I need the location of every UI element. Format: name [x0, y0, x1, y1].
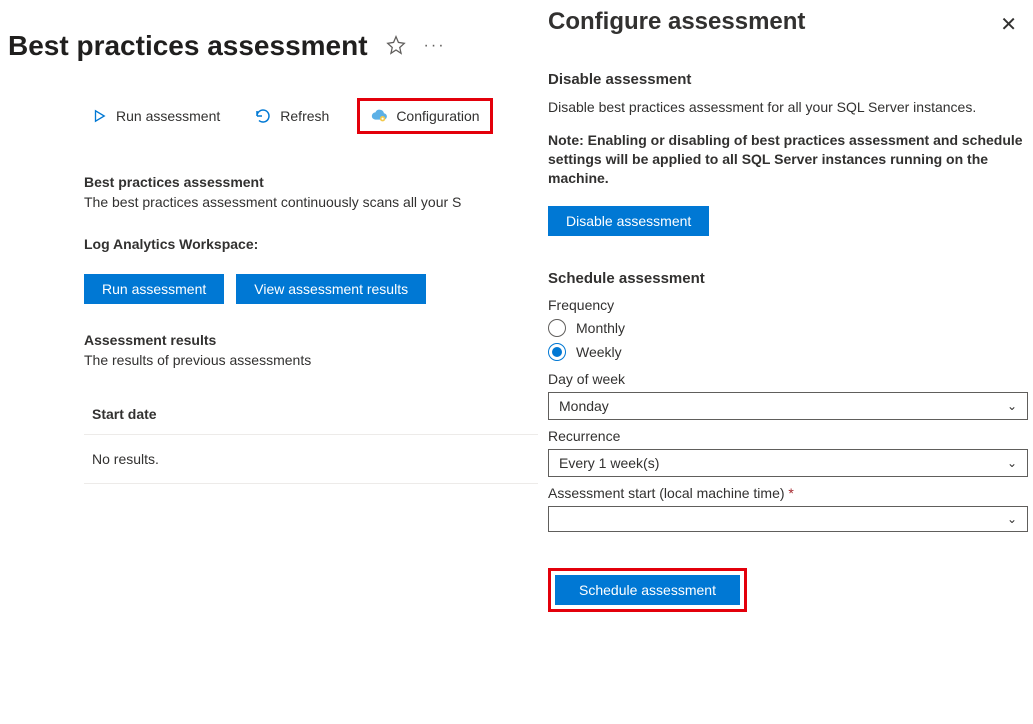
refresh-command[interactable]: Refresh	[248, 103, 335, 129]
radio-icon-selected	[548, 343, 566, 361]
cloud-gear-icon	[370, 107, 388, 125]
disable-text: Disable best practices assessment for al…	[548, 98, 1023, 117]
col-start-date: Start date	[84, 394, 540, 435]
schedule-assessment-button[interactable]: Schedule assessment	[555, 575, 740, 605]
frequency-monthly-radio[interactable]: Monthly	[548, 319, 1023, 337]
run-assessment-command[interactable]: Run assessment	[84, 103, 226, 129]
close-icon[interactable]: ✕	[1000, 12, 1017, 37]
panel-title: Configure assessment	[548, 8, 805, 36]
results-text: The results of previous assessments	[84, 352, 540, 368]
day-of-week-select[interactable]: Monday ⌄	[548, 392, 1028, 420]
refresh-icon	[254, 107, 272, 125]
schedule-button-highlight: Schedule assessment	[548, 568, 747, 612]
command-bar: Run assessment Refresh Configuration	[0, 98, 540, 134]
day-of-week-value: Monday	[559, 398, 609, 414]
results-heading: Assessment results	[84, 332, 540, 348]
day-of-week-label: Day of week	[548, 371, 1023, 387]
frequency-weekly-label: Weekly	[576, 344, 622, 360]
chevron-down-icon: ⌄	[1007, 399, 1017, 413]
start-time-label: Assessment start (local machine time) *	[548, 485, 1023, 501]
law-heading: Log Analytics Workspace:	[84, 236, 540, 252]
start-time-label-text: Assessment start (local machine time)	[548, 485, 785, 501]
play-icon	[90, 107, 108, 125]
frequency-monthly-label: Monthly	[576, 320, 625, 336]
refresh-label: Refresh	[280, 108, 329, 124]
page-header: Best practices assessment ···	[0, 0, 540, 70]
bpa-heading: Best practices assessment	[84, 174, 540, 190]
chevron-down-icon: ⌄	[1007, 512, 1017, 526]
page-title: Best practices assessment	[8, 30, 368, 62]
more-icon[interactable]: ···	[424, 37, 446, 55]
configure-panel: Configure assessment ✕ Disable assessmen…	[538, 0, 1033, 724]
main-content: Best practices assessment ··· Run assess…	[0, 0, 540, 484]
note-prefix: Note:	[548, 132, 588, 148]
start-time-select[interactable]: ⌄	[548, 506, 1028, 532]
disable-assessment-button[interactable]: Disable assessment	[548, 206, 709, 236]
disable-heading: Disable assessment	[548, 71, 1023, 88]
required-mark: *	[788, 485, 793, 501]
bpa-text: The best practices assessment continuous…	[84, 194, 540, 210]
view-results-button[interactable]: View assessment results	[236, 274, 426, 304]
recurrence-value: Every 1 week(s)	[559, 455, 659, 471]
frequency-weekly-radio[interactable]: Weekly	[548, 343, 1023, 361]
configuration-command[interactable]: Configuration	[357, 98, 492, 134]
results-table: Start date No results.	[84, 394, 540, 484]
panel-header: Configure assessment ✕	[548, 8, 1023, 37]
radio-icon	[548, 319, 566, 337]
recurrence-select[interactable]: Every 1 week(s) ⌄	[548, 449, 1028, 477]
chevron-down-icon: ⌄	[1007, 456, 1017, 470]
favorite-star-icon[interactable]	[386, 35, 406, 58]
content-body: Best practices assessment The best pract…	[0, 134, 540, 484]
action-buttons: Run assessment View assessment results	[84, 274, 540, 304]
run-assessment-button[interactable]: Run assessment	[84, 274, 224, 304]
schedule-heading: Schedule assessment	[548, 270, 1023, 287]
recurrence-label: Recurrence	[548, 428, 1023, 444]
no-results-row: No results.	[84, 435, 540, 484]
disable-note: Note: Enabling or disabling of best prac…	[548, 131, 1023, 188]
run-assessment-label: Run assessment	[116, 108, 220, 124]
frequency-label: Frequency	[548, 297, 1023, 313]
configuration-label: Configuration	[396, 108, 479, 124]
note-body: Enabling or disabling of best practices …	[548, 132, 1023, 186]
